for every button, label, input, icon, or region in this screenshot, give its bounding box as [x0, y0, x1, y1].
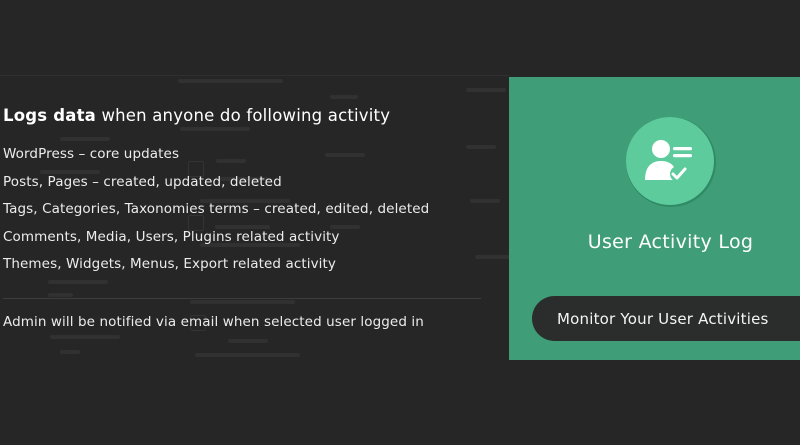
features-heading: Logs data when anyone do following activ… [3, 106, 503, 125]
promo-title: User Activity Log [587, 231, 754, 253]
features-heading-bold: Logs data [3, 106, 96, 125]
features-heading-rest: when anyone do following activity [96, 106, 391, 125]
user-checklist-icon [645, 140, 692, 182]
activity-item: Comments, Media, Users, Plugins related … [3, 228, 340, 245]
activity-item: Posts, Pages – created, updated, deleted [3, 173, 282, 190]
feature-list-panel: Logs data when anyone do following activ… [3, 106, 503, 279]
activity-item: Themes, Widgets, Menus, Export related a… [3, 256, 337, 272]
monitor-activities-button[interactable]: Monitor Your User Activities [531, 295, 800, 342]
activity-list: WordPress – core updates Posts, Pages – … [3, 141, 503, 279]
user-checklist-icon-badge [626, 117, 716, 207]
activity-item: Tags, Categories, Taxonomies terms – cre… [3, 201, 430, 217]
email-notice-text: Admin will be notified via email when se… [3, 314, 424, 330]
activity-item: WordPress – core updates [3, 146, 180, 162]
divider [3, 298, 481, 299]
